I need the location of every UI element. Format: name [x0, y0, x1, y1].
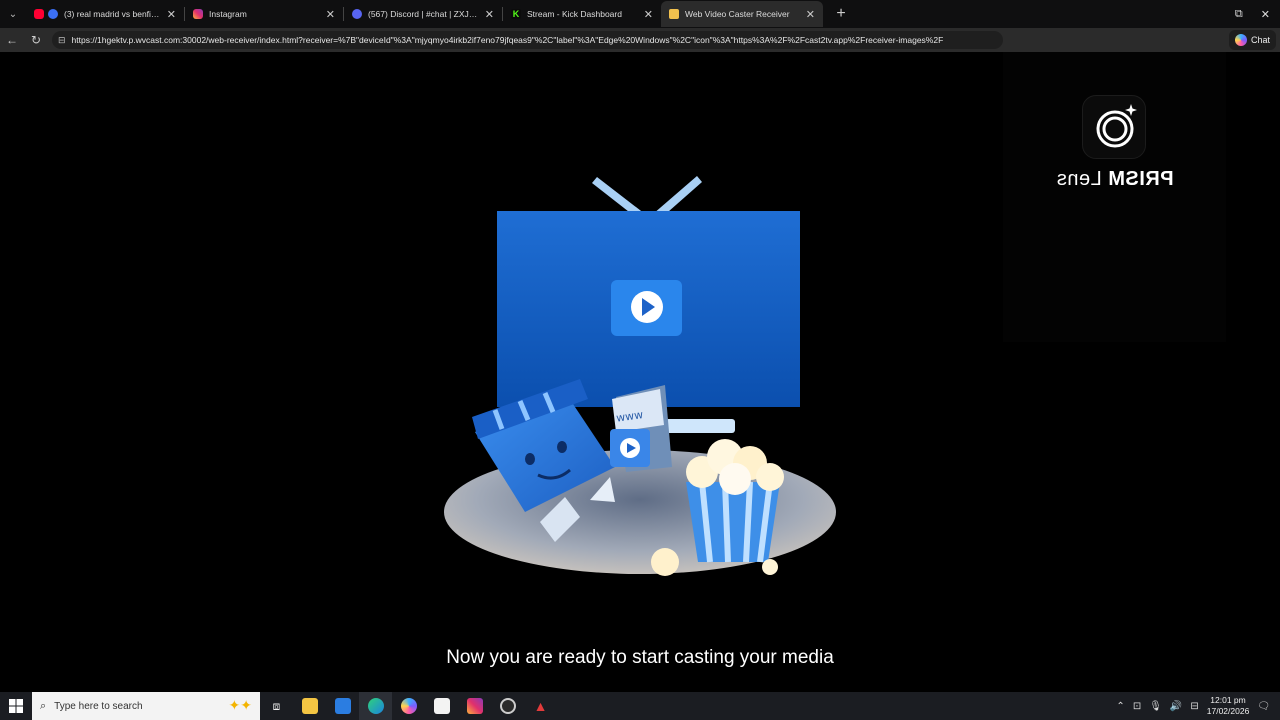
tray-overflow-icon[interactable]: ⌃: [1116, 701, 1124, 712]
tab-strip: ⌄ (3) real madrid vs benfica - Yo ✕ Inst…: [0, 0, 1280, 28]
mail-icon[interactable]: [326, 692, 359, 720]
tab-instagram[interactable]: Instagram ✕: [185, 1, 343, 27]
search-placeholder: Type here to search: [54, 700, 143, 712]
discord-icon: [352, 9, 362, 19]
copilot-icon: [1234, 34, 1247, 46]
tab-title: (567) Discord | #chat | ZXJAYBE Z6: [368, 9, 479, 19]
search-highlight-icon: ✦✦: [228, 697, 252, 713]
restore-icon[interactable]: ⧉: [1235, 8, 1243, 21]
clock-date: 17/02/2026: [1206, 706, 1250, 716]
streaming-app-icon[interactable]: ▲: [524, 692, 557, 720]
copilot-app-icon[interactable]: [392, 692, 425, 720]
reload-icon[interactable]: ↻: [24, 33, 48, 47]
device-icon[interactable]: ⊡: [1133, 701, 1141, 712]
window-controls: ⧉ ✕: [1235, 0, 1280, 28]
task-view-icon[interactable]: ⧈: [260, 692, 293, 720]
obs-icon[interactable]: [491, 692, 524, 720]
close-tab-icon[interactable]: ✕: [167, 8, 176, 21]
clock[interactable]: 12:01 pm 17/02/2026: [1207, 695, 1250, 717]
url-text: https://1hgektv.p.wvcast.com:30002/web-r…: [71, 35, 944, 45]
file-explorer-icon[interactable]: [293, 692, 326, 720]
notifications-icon[interactable]: 🗨: [1257, 701, 1270, 712]
clock-time: 12:01 pm: [1210, 695, 1246, 705]
instagram-icon: [193, 9, 203, 19]
prism-lens-logo-icon: [1082, 95, 1146, 159]
scrollbar[interactable]: [1270, 52, 1280, 692]
edge-browser-icon[interactable]: [359, 692, 392, 720]
site-info-icon[interactable]: ⊟: [58, 35, 66, 46]
prism-lens-wordmark: PRISM Lens: [1030, 168, 1200, 191]
tab-web-video-caster[interactable]: Web Video Caster Receiver ✕: [661, 1, 823, 27]
network-icon[interactable]: ⊟: [1190, 701, 1198, 712]
start-button[interactable]: [0, 692, 32, 720]
chat-label: Chat: [1250, 35, 1270, 45]
close-tab-icon[interactable]: ✕: [644, 8, 653, 21]
receiver-page: PRISM Lens www Now you are ready to star…: [0, 52, 1280, 692]
record-icon: [48, 9, 58, 19]
taskbar-search-box[interactable]: ⌕ Type here to search ✦✦: [32, 692, 260, 720]
web-device-icon: www: [610, 385, 672, 472]
close-tab-icon[interactable]: ✕: [326, 8, 335, 21]
tv-cast-illustration: www: [444, 176, 836, 576]
youtube-icon: [34, 9, 44, 19]
tab-kick[interactable]: K Stream - Kick Dashboard ✕: [503, 1, 661, 27]
microsoft-store-icon[interactable]: [425, 692, 458, 720]
ready-caption: Now you are ready to start casting your …: [446, 647, 834, 668]
tab-title: Web Video Caster Receiver: [685, 9, 790, 19]
windows-logo-icon: [9, 699, 23, 713]
tab-title: Instagram: [209, 9, 247, 19]
prism-brand: PRISM: [1107, 168, 1174, 190]
close-window-icon[interactable]: ✕: [1261, 8, 1270, 21]
folder-icon: [669, 9, 679, 19]
play-button-icon: [611, 280, 682, 336]
navigation-bar: ← ↻ ⊟ https://1hgektv.p.wvcast.com:30002…: [0, 28, 1280, 52]
windows-taskbar: ⌕ Type here to search ✦✦ ⧈ ▲ ⌃ ⊡ 🎙 🔊 ⊟ 1…: [0, 692, 1280, 720]
new-tab-button[interactable]: +: [831, 5, 851, 23]
tab-title: Stream - Kick Dashboard: [527, 9, 622, 19]
microphone-icon[interactable]: 🎙: [1149, 701, 1162, 712]
system-tray: ⌃ ⊡ 🎙 🔊 ⊟ 12:01 pm 17/02/2026 🗨: [1116, 692, 1280, 720]
address-bar[interactable]: ⊟ https://1hgektv.p.wvcast.com:30002/web…: [52, 31, 1003, 49]
kick-icon: K: [511, 9, 521, 19]
tab-youtube[interactable]: (3) real madrid vs benfica - Yo ✕: [26, 1, 184, 27]
prism-suffix: Lens: [1056, 168, 1102, 190]
instagram-app-icon[interactable]: [458, 692, 491, 720]
tab-title: (3) real madrid vs benfica - Yo: [64, 9, 161, 19]
close-tab-icon[interactable]: ✕: [485, 8, 494, 21]
search-icon: ⌕: [40, 699, 47, 712]
screen: ⌄ (3) real madrid vs benfica - Yo ✕ Inst…: [0, 0, 1280, 720]
tab-discord[interactable]: (567) Discord | #chat | ZXJAYBE Z6 ✕: [344, 1, 502, 27]
back-arrow-icon[interactable]: ←: [0, 33, 24, 47]
close-tab-icon[interactable]: ✕: [806, 8, 815, 21]
tab-actions-menu-icon[interactable]: ⌄: [0, 0, 26, 28]
volume-icon[interactable]: 🔊: [1170, 701, 1182, 712]
copilot-chat-button[interactable]: Chat: [1228, 30, 1276, 50]
